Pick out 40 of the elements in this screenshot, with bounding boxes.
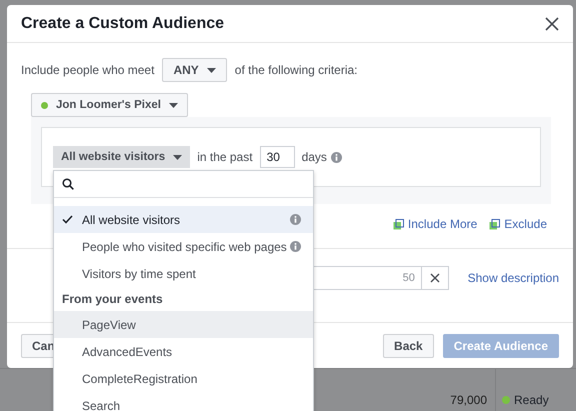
show-description-link[interactable]: Show description [468,271,559,285]
check-icon [62,215,73,224]
caret-icon [206,68,216,72]
section-header: From your events [61,291,164,308]
close-icon [430,273,440,283]
menu-option[interactable]: CompleteRegistration [54,365,313,392]
back-button[interactable]: Back [383,334,434,358]
close-icon [545,16,559,30]
criteria-label: of the following criteria: [234,63,358,77]
info-icon [290,241,301,252]
menu-option[interactable]: AdvancedEvents [54,338,313,365]
menu-option[interactable]: People who visited specific web pages [54,233,313,260]
pixel-dropdown[interactable]: Jon Loomer's Pixel [31,93,188,117]
status-dot [502,396,510,404]
exclude-link[interactable]: Exclude [489,214,547,234]
days-label: days [302,150,327,164]
status-dot [41,102,48,108]
caret-icon [173,154,182,160]
caret-icon [169,102,178,108]
copy-icon [392,218,404,230]
menu-option[interactable]: Visitors by time spent [54,260,313,287]
audience-size: 79,000 [450,392,488,409]
character-count: 50 [402,272,415,284]
info-icon [330,152,342,162]
include-more-link[interactable]: Include More [392,214,478,234]
status-label: Ready [514,393,549,407]
source-dropdown[interactable]: All website visitors [53,146,190,168]
menu-option[interactable]: Search [54,392,313,411]
days-field[interactable]: 30 [260,146,295,168]
info-icon [290,214,301,225]
menu-option[interactable]: All website visitors [54,206,313,233]
past-label: in the past [197,149,253,166]
criteria-label: Include people who meet [21,63,154,77]
copy-icon [489,218,500,230]
match-dropdown[interactable]: ANY [162,58,227,82]
clear-button[interactable] [422,266,449,290]
close-button[interactable] [545,16,559,30]
search-icon [62,178,74,190]
dialog-title: Create a Custom Audience [21,14,224,32]
menu-option[interactable]: PageView [54,311,313,338]
